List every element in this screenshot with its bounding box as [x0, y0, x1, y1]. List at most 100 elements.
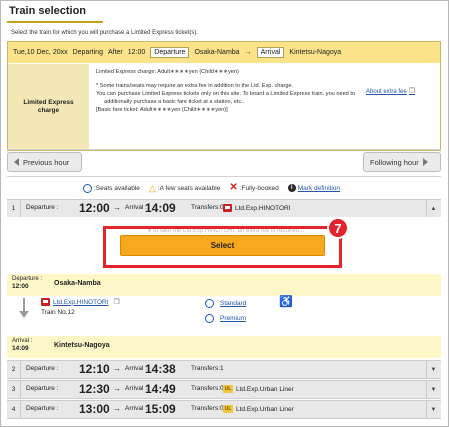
- arrival-time: 14:38: [145, 362, 176, 376]
- page-title: Train selection: [9, 5, 87, 17]
- wheelchair-icon: ♿: [279, 296, 293, 308]
- arrow-right-icon: →: [113, 203, 121, 212]
- arrival-station: Kintetsu-Nagoya: [289, 49, 342, 56]
- seat-standard[interactable]: Standard: [205, 299, 246, 308]
- external-window-icon: ❐: [408, 88, 415, 95]
- charge-label-line1: Limited Express: [23, 98, 74, 106]
- train-number: Train No.12: [41, 309, 75, 316]
- basic-fare-note: [Basic fare ticket: Adult∗∗∗∗yen (Child∗…: [96, 107, 228, 114]
- collapse-toggle[interactable]: ▲: [426, 200, 440, 217]
- train-name-line: Ltd.Exp.HINOTORI ❐: [41, 298, 120, 306]
- arrival-label: Arrival :: [125, 385, 148, 392]
- departing-label: Departing: [72, 49, 103, 56]
- following-hour-label: Following hour: [370, 157, 419, 167]
- train-row-2[interactable]: 2 Departure : 12:10 → Arrival : 14:38 Tr…: [7, 360, 441, 379]
- transfers: Transfers:0: [191, 385, 224, 392]
- following-hour-button[interactable]: Following hour: [363, 152, 441, 172]
- row-number: 1: [7, 200, 21, 217]
- purchase-note-2: additionally purchase a basic fare ticke…: [104, 99, 245, 106]
- divider: [7, 149, 441, 150]
- triangle-left-icon: [14, 158, 19, 166]
- divider: [7, 176, 441, 177]
- row-number: 3: [7, 381, 21, 398]
- urban-liner-icon: UL: [223, 405, 233, 413]
- about-extra-fee-link[interactable]: About extra fee ❐: [366, 87, 415, 95]
- arrival-label: Arrival :: [125, 405, 148, 412]
- arrow-right-icon: →: [113, 404, 121, 413]
- route-arrow: →: [244, 49, 252, 56]
- mark-definition-link[interactable]: Mark definition: [298, 185, 340, 192]
- circle-icon: [205, 314, 214, 323]
- legend-available: :Seats available: [94, 184, 140, 192]
- expand-toggle[interactable]: ▼: [426, 361, 440, 378]
- departure-chip: Departure: [150, 47, 190, 58]
- cross-icon: ✕: [229, 182, 238, 193]
- train-name: Ltd.Exp.HINOTORI: [223, 204, 291, 212]
- charge-label: Limited Express charge: [8, 64, 89, 150]
- expand-toggle[interactable]: ▼: [426, 381, 440, 398]
- departure-time: 13:00: [79, 402, 110, 416]
- train-name: UL Ltd.Exp.Urban Liner: [223, 385, 294, 393]
- row-number: 4: [7, 401, 21, 418]
- departure-info: Departure : 12:00: [12, 276, 43, 291]
- search-conditions: Tue,10 Dec, 20xx Departing After 12:00 D…: [7, 41, 441, 151]
- train-info: Ltd.Exp.HINOTORI ❐ Train No.12 Standard P…: [7, 294, 441, 334]
- select-button[interactable]: Select: [120, 235, 325, 256]
- legend-few: :A few seats available: [157, 184, 221, 192]
- departure-station: Osaka-Namba: [194, 49, 240, 56]
- arrival-label: Arrival :: [125, 365, 148, 372]
- departure-label: Departure :: [26, 204, 59, 211]
- arrival-time: 14:09: [145, 201, 176, 215]
- train-row-1[interactable]: 1 Departure : 12:00 → Arrival : 14:09 Tr…: [7, 199, 441, 218]
- info-icon: i: [287, 184, 296, 192]
- circle-icon: [205, 299, 214, 308]
- departure-label: Departure :: [26, 405, 59, 412]
- arrow-right-icon: →: [113, 384, 121, 393]
- highlight-frame: Select: [103, 226, 342, 268]
- expand-toggle[interactable]: ▼: [426, 401, 440, 418]
- urban-liner-icon: UL: [223, 385, 233, 393]
- departure-label: Departure :: [26, 365, 59, 372]
- train-row-3[interactable]: 3 Departure : 12:30 → Arrival : 14:49 Tr…: [7, 380, 441, 399]
- departure-label: Departure :: [26, 385, 59, 392]
- arrival-time: 14:49: [145, 382, 176, 396]
- triangle-right-icon: [422, 158, 428, 166]
- previous-hour-label: Previous hour: [23, 157, 70, 167]
- train-row-4[interactable]: 4 Departure : 13:00 → Arrival : 15:09 Tr…: [7, 400, 441, 419]
- arrow-right-icon: →: [113, 364, 121, 373]
- ltd-express-icon: [223, 204, 232, 212]
- charge-line: Limited Express charge: Adult∗∗∗∗yen (Ch…: [96, 69, 239, 75]
- external-window-icon: ❐: [113, 299, 120, 306]
- departure-time: 12:00: [79, 201, 110, 215]
- charge-label-line2: charge: [37, 107, 60, 114]
- departure-station-band: Departure : 12:00 Osaka-Namba: [7, 274, 441, 296]
- down-arrow-icon: [19, 298, 29, 318]
- arrival-station-name: Kintetsu-Nagoya: [54, 342, 110, 349]
- train-name: UL Ltd.Exp.Urban Liner: [223, 405, 294, 413]
- row-number: 2: [7, 361, 21, 378]
- search-time: 12:00: [127, 49, 146, 56]
- travel-date: Tue,10 Dec, 20xx: [13, 49, 68, 56]
- instruction-text: Select the train for which you will purc…: [11, 30, 199, 36]
- title-underline: [7, 21, 103, 23]
- legend-booked: :Fully-booked: [239, 184, 279, 192]
- ltd-express-icon: [41, 298, 50, 306]
- callout-badge: 7: [327, 217, 349, 239]
- arrival-info: Arrival : 14:09: [12, 338, 33, 353]
- triangle-warning-icon: △: [148, 182, 156, 193]
- train-selection-panel: Train selection Select the train for whi…: [0, 0, 449, 427]
- arrival-station-band: Arrival : 14:09 Kintetsu-Nagoya: [7, 336, 441, 358]
- after-label: After: [107, 49, 123, 56]
- previous-hour-button[interactable]: Previous hour: [7, 152, 82, 172]
- departure-time: 12:30: [79, 382, 110, 396]
- arrival-label: Arrival :: [125, 204, 148, 211]
- arrival-chip: Arrival: [256, 47, 285, 58]
- seat-premium[interactable]: Premium: [205, 314, 246, 323]
- transfers: Transfers:0: [191, 405, 224, 412]
- transfers: Transfers:0: [191, 204, 224, 211]
- departure-time: 12:10: [79, 362, 110, 376]
- train-detail-panel: ∗To take the Ltd.Exp.HINOTORI, an extra …: [7, 217, 441, 361]
- search-summary-bar: Tue,10 Dec, 20xx Departing After 12:00 D…: [8, 42, 440, 63]
- train-name-link[interactable]: Ltd.Exp.HINOTORI: [53, 299, 109, 306]
- seat-legend: :Seats available △:A few seats available…: [83, 183, 340, 193]
